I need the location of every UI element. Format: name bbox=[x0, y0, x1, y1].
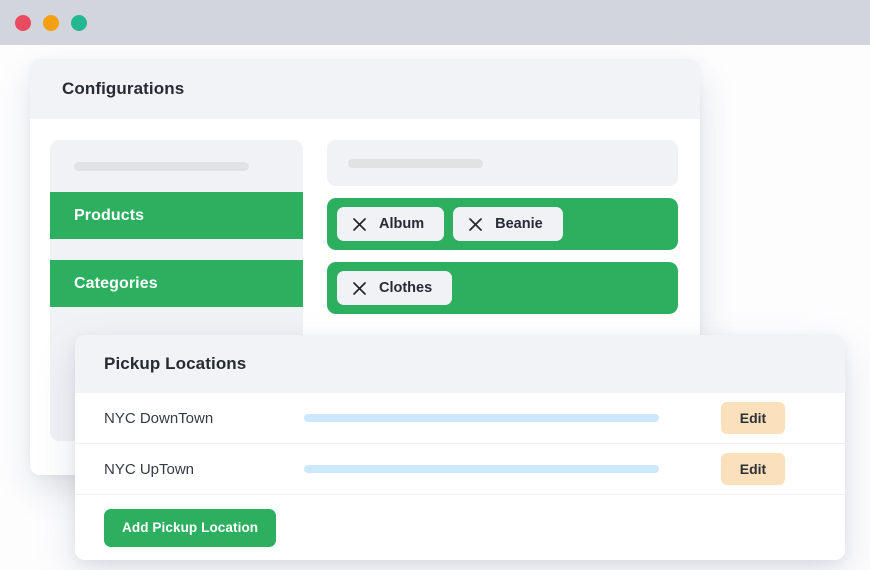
close-x-icon[interactable] bbox=[353, 217, 366, 231]
pickup-location-detail-cell bbox=[304, 465, 696, 473]
skeleton-placeholder-bar bbox=[74, 161, 249, 171]
chip-label: Beanie bbox=[495, 216, 543, 232]
sidebar-item-label: Categories bbox=[74, 274, 158, 292]
nav-row-divider bbox=[50, 239, 303, 260]
right-skeleton-row bbox=[327, 140, 678, 186]
chip-label: Album bbox=[379, 216, 425, 232]
edit-button[interactable]: Edit bbox=[721, 402, 785, 434]
sidebar-item-products[interactable]: Products bbox=[50, 192, 303, 239]
table-row: NYC UpTown Edit bbox=[75, 444, 845, 495]
window-titlebar bbox=[0, 0, 870, 45]
chip-album[interactable]: Album bbox=[337, 207, 445, 241]
close-button[interactable] bbox=[15, 15, 31, 31]
edit-button[interactable]: Edit bbox=[721, 453, 785, 485]
products-chip-row: Album Beanie bbox=[327, 198, 678, 250]
pickup-locations-panel: Pickup Locations NYC DownTown Edit NYC U… bbox=[75, 335, 845, 560]
progress-bar bbox=[304, 414, 659, 422]
pickup-location-detail-cell bbox=[304, 414, 696, 422]
chip-beanie[interactable]: Beanie bbox=[453, 207, 563, 241]
left-skeleton-row bbox=[50, 140, 303, 192]
pickup-locations-title: Pickup Locations bbox=[104, 354, 247, 373]
close-x-icon[interactable] bbox=[469, 217, 482, 231]
pickup-locations-footer: Add Pickup Location bbox=[75, 495, 845, 560]
sidebar-item-label: Products bbox=[74, 206, 145, 224]
progress-bar bbox=[304, 465, 659, 473]
minimize-button[interactable] bbox=[43, 15, 59, 31]
categories-chip-row: Clothes bbox=[327, 262, 678, 314]
close-x-icon[interactable] bbox=[353, 281, 366, 295]
traffic-light-group bbox=[15, 15, 87, 31]
skeleton-placeholder-bar bbox=[348, 158, 483, 168]
pickup-location-action-cell: Edit bbox=[696, 402, 816, 434]
sidebar-item-categories[interactable]: Categories bbox=[50, 260, 303, 307]
page-canvas: Configurations Products Categories Album… bbox=[0, 45, 870, 570]
maximize-button[interactable] bbox=[71, 15, 87, 31]
pickup-location-name: NYC UpTown bbox=[104, 460, 195, 478]
chip-label: Clothes bbox=[379, 280, 433, 296]
page-title: Configurations bbox=[62, 79, 185, 98]
pickup-location-action-cell: Edit bbox=[696, 453, 816, 485]
pickup-location-name: NYC DownTown bbox=[104, 409, 214, 427]
add-pickup-location-button[interactable]: Add Pickup Location bbox=[104, 508, 277, 547]
configurations-header: Configurations bbox=[30, 59, 700, 119]
pickup-locations-header: Pickup Locations bbox=[75, 335, 845, 393]
chip-clothes[interactable]: Clothes bbox=[337, 271, 453, 305]
table-row: NYC DownTown Edit bbox=[75, 393, 845, 444]
